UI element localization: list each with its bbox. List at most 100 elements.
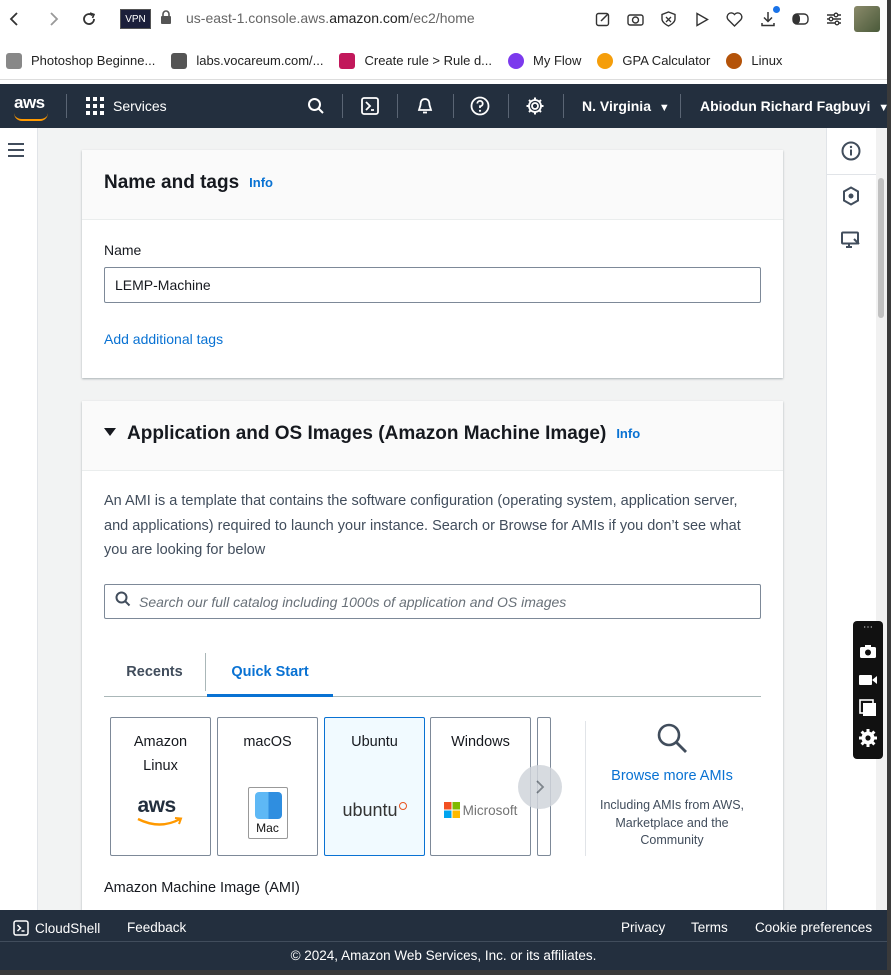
- tab-quick-start[interactable]: Quick Start: [207, 649, 333, 697]
- vpn-badge[interactable]: VPN: [120, 9, 151, 29]
- services-menu[interactable]: Services: [86, 97, 167, 115]
- bookmark-label: Photoshop Beginne...: [31, 53, 156, 68]
- microsoft-logo-icon: Microsoft: [431, 802, 530, 818]
- bookmark-label: GPA Calculator: [622, 53, 711, 68]
- play-icon[interactable]: [685, 6, 718, 32]
- bookmark-item[interactable]: labs.vocareum.com/...: [171, 52, 324, 69]
- help-icon[interactable]: [468, 94, 492, 118]
- bookmark-item[interactable]: Linux: [726, 52, 783, 69]
- tab-recents[interactable]: Recents: [104, 653, 206, 691]
- name-field-label: Name: [104, 242, 142, 258]
- window-capture-icon[interactable]: [858, 699, 878, 717]
- ami-field-label: Amazon Machine Image (AMI): [104, 880, 300, 896]
- ami-tile-name: Windows: [451, 734, 510, 750]
- bookmarks-bar: Photoshop Beginne... labs.vocareum.com/..…: [0, 42, 891, 80]
- ami-tile-amazon-linux[interactable]: Amazon Linux aws: [110, 717, 211, 856]
- back-icon[interactable]: [0, 5, 28, 33]
- info-link[interactable]: Info: [249, 175, 273, 190]
- ami-description: An AMI is a template that contains the s…: [104, 493, 741, 558]
- terms-link[interactable]: Terms: [691, 920, 728, 935]
- console-footer: CloudShell Feedback Privacy Terms Cookie…: [0, 910, 887, 970]
- feedback-monitor-icon[interactable]: [840, 229, 862, 251]
- ubuntu-logo-icon: ubuntu: [325, 800, 424, 821]
- browser-toolbar: VPN us-east-1.console.aws.amazon.com/ec2…: [0, 0, 891, 38]
- bookmark-label: labs.vocareum.com/...: [196, 53, 324, 68]
- browse-more-amis-link[interactable]: Browse more AMIs: [597, 768, 747, 784]
- ami-tile-ubuntu[interactable]: Ubuntu ubuntu: [324, 717, 425, 856]
- mac-finder-icon: Mac: [218, 787, 317, 839]
- bookmark-label: My Flow: [533, 53, 582, 68]
- aws-logo[interactable]: aws: [14, 93, 45, 113]
- camera-icon[interactable]: [858, 642, 878, 660]
- video-icon[interactable]: [858, 671, 878, 689]
- window-frame: [887, 0, 891, 975]
- gear-icon[interactable]: [523, 94, 547, 118]
- ami-tile-windows[interactable]: Windows Microsoft: [430, 717, 531, 856]
- page-scrollbar[interactable]: [876, 128, 887, 910]
- adblock-icon[interactable]: [652, 6, 685, 32]
- more-options-icon[interactable]: ⋯: [858, 623, 878, 633]
- sidebar-toggle-icon[interactable]: [784, 6, 817, 32]
- bookmark-label: Linux: [751, 53, 783, 68]
- info-link[interactable]: Info: [616, 426, 640, 441]
- notifications-bell-icon[interactable]: [413, 94, 437, 118]
- ami-tile-name: Amazon Linux: [133, 734, 188, 774]
- aws-logo-icon: aws: [111, 794, 210, 828]
- cloudshell-icon: [13, 920, 29, 936]
- ami-tile-macos[interactable]: macOS Mac: [217, 717, 318, 856]
- cloudshell-icon[interactable]: [358, 94, 382, 118]
- search-icon[interactable]: [304, 94, 328, 118]
- info-icon[interactable]: [840, 140, 862, 162]
- right-tools-rail: [826, 128, 877, 910]
- cookie-preferences-link[interactable]: Cookie preferences: [755, 920, 872, 935]
- ami-tabs: Recents Quick Start: [104, 649, 761, 697]
- add-additional-tags-link[interactable]: Add additional tags: [104, 331, 223, 347]
- bookmark-item[interactable]: GPA Calculator: [597, 52, 711, 69]
- name-and-tags-heading: Name and tags Info: [104, 172, 273, 193]
- browse-more-amis[interactable]: Browse more AMIs Including AMIs from AWS…: [597, 721, 747, 850]
- bookmark-favicon-icon: [597, 52, 614, 69]
- ami-tile-name: Ubuntu: [351, 734, 398, 750]
- carousel-next-button[interactable]: [518, 765, 562, 809]
- bookmark-label: Create rule > Rule d...: [364, 53, 493, 68]
- gear-icon[interactable]: [858, 729, 878, 747]
- download-icon[interactable]: [751, 6, 784, 32]
- name-and-tags-panel: Name and tags Info Name LEMP-Machine Add …: [82, 150, 783, 378]
- forward-icon[interactable]: [40, 5, 68, 33]
- bookmark-favicon-icon: [6, 52, 22, 69]
- name-input[interactable]: LEMP-Machine: [104, 267, 761, 303]
- browse-more-amis-subtitle: Including AMIs from AWS, Marketplace and…: [599, 798, 745, 847]
- bookmark-item[interactable]: Create rule > Rule d...: [339, 52, 493, 69]
- settings-sliders-icon[interactable]: [817, 6, 850, 32]
- privacy-link[interactable]: Privacy: [621, 920, 665, 935]
- bookmark-item[interactable]: Photoshop Beginne...: [6, 52, 156, 69]
- search-placeholder: Search our full catalog including 1000s …: [139, 593, 567, 610]
- lock-icon[interactable]: [160, 10, 174, 26]
- reload-icon[interactable]: [75, 5, 103, 33]
- window-frame: [0, 970, 891, 975]
- ami-search-input[interactable]: Search our full catalog including 1000s …: [104, 584, 761, 619]
- ami-heading[interactable]: Application and OS Images (Amazon Machin…: [104, 423, 640, 445]
- region-selector[interactable]: N. Virginia ▼: [582, 98, 670, 114]
- feedback-link[interactable]: Feedback: [127, 920, 186, 935]
- scrollbar-thumb[interactable]: [878, 178, 884, 318]
- capture-widget: ⋯: [853, 621, 883, 759]
- search-icon: [115, 591, 131, 612]
- collapse-caret-icon[interactable]: [104, 427, 116, 436]
- edit-icon[interactable]: [586, 6, 619, 32]
- search-icon: [597, 721, 747, 760]
- menu-hamburger-icon[interactable]: [8, 143, 24, 157]
- bookmark-favicon-icon: [508, 52, 525, 69]
- cloudshell-button[interactable]: CloudShell: [13, 920, 100, 936]
- account-menu[interactable]: Abiodun Richard Fagbuyi ▼: [700, 98, 889, 114]
- bookmark-favicon-icon: [726, 52, 743, 69]
- bookmark-favicon-icon: [339, 52, 356, 69]
- hexagon-icon[interactable]: [840, 185, 862, 207]
- ami-panel: Application and OS Images (Amazon Machin…: [82, 401, 783, 910]
- profile-avatar[interactable]: [850, 6, 883, 32]
- address-bar[interactable]: us-east-1.console.aws.amazon.com/ec2/hom…: [186, 10, 475, 26]
- camera-icon[interactable]: [619, 6, 652, 32]
- heart-icon[interactable]: [718, 6, 751, 32]
- bookmark-item[interactable]: My Flow: [508, 52, 582, 69]
- ami-tile-name: macOS: [243, 734, 292, 750]
